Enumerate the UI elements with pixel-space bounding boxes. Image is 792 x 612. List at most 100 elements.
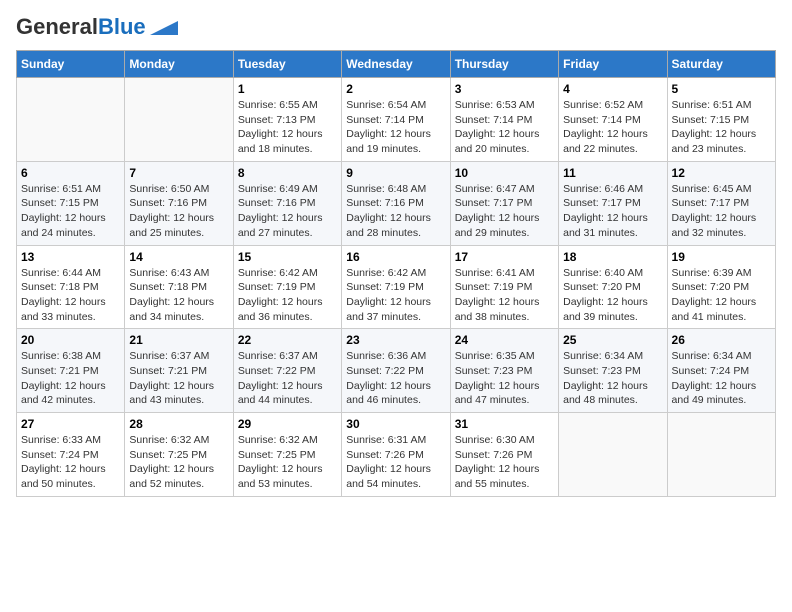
day-info: Sunrise: 6:32 AM Sunset: 7:25 PM Dayligh… (238, 433, 337, 492)
calendar-cell: 13 Sunrise: 6:44 AM Sunset: 7:18 PM Dayli… (17, 245, 125, 329)
day-info: Sunrise: 6:51 AM Sunset: 7:15 PM Dayligh… (672, 98, 771, 157)
calendar-cell: 28 Sunrise: 6:32 AM Sunset: 7:25 PM Dayli… (125, 413, 233, 497)
weekday-header-monday: Monday (125, 51, 233, 78)
day-number: 3 (455, 82, 554, 96)
weekday-header-wednesday: Wednesday (342, 51, 450, 78)
weekday-header-thursday: Thursday (450, 51, 558, 78)
day-number: 26 (672, 333, 771, 347)
logo-arrow-icon (150, 21, 178, 35)
day-info: Sunrise: 6:37 AM Sunset: 7:21 PM Dayligh… (129, 349, 228, 408)
calendar-cell: 5 Sunrise: 6:51 AM Sunset: 7:15 PM Daylig… (667, 78, 775, 162)
day-number: 12 (672, 166, 771, 180)
day-info: Sunrise: 6:38 AM Sunset: 7:21 PM Dayligh… (21, 349, 120, 408)
day-info: Sunrise: 6:54 AM Sunset: 7:14 PM Dayligh… (346, 98, 445, 157)
calendar-cell: 19 Sunrise: 6:39 AM Sunset: 7:20 PM Dayli… (667, 245, 775, 329)
day-info: Sunrise: 6:51 AM Sunset: 7:15 PM Dayligh… (21, 182, 120, 241)
day-info: Sunrise: 6:31 AM Sunset: 7:26 PM Dayligh… (346, 433, 445, 492)
day-number: 4 (563, 82, 662, 96)
day-number: 5 (672, 82, 771, 96)
calendar-cell: 2 Sunrise: 6:54 AM Sunset: 7:14 PM Daylig… (342, 78, 450, 162)
day-number: 13 (21, 250, 120, 264)
calendar-cell: 21Sunrise: 6:37 AM Sunset: 7:21 PM Dayli… (125, 329, 233, 413)
day-info: Sunrise: 6:42 AM Sunset: 7:19 PM Dayligh… (346, 266, 445, 325)
day-info: Sunrise: 6:46 AM Sunset: 7:17 PM Dayligh… (563, 182, 662, 241)
calendar-cell: 14 Sunrise: 6:43 AM Sunset: 7:18 PM Dayli… (125, 245, 233, 329)
day-info: Sunrise: 6:44 AM Sunset: 7:18 PM Dayligh… (21, 266, 120, 325)
weekday-header-row: SundayMondayTuesdayWednesdayThursdayFrid… (17, 51, 776, 78)
day-number: 14 (129, 250, 228, 264)
calendar-cell: 30 Sunrise: 6:31 AM Sunset: 7:26 PM Dayli… (342, 413, 450, 497)
calendar-cell: 17 Sunrise: 6:41 AM Sunset: 7:19 PM Dayli… (450, 245, 558, 329)
day-info: Sunrise: 6:49 AM Sunset: 7:16 PM Dayligh… (238, 182, 337, 241)
day-info: Sunrise: 6:45 AM Sunset: 7:17 PM Dayligh… (672, 182, 771, 241)
calendar-cell: 12 Sunrise: 6:45 AM Sunset: 7:17 PM Dayli… (667, 161, 775, 245)
day-info: Sunrise: 6:37 AM Sunset: 7:22 PM Dayligh… (238, 349, 337, 408)
calendar-cell (17, 78, 125, 162)
day-info: Sunrise: 6:43 AM Sunset: 7:18 PM Dayligh… (129, 266, 228, 325)
day-info: Sunrise: 6:40 AM Sunset: 7:20 PM Dayligh… (563, 266, 662, 325)
calendar-cell: 23 Sunrise: 6:36 AM Sunset: 7:22 PM Dayli… (342, 329, 450, 413)
day-number: 20 (21, 333, 120, 347)
calendar-cell: 15Sunrise: 6:42 AM Sunset: 7:19 PM Dayli… (233, 245, 341, 329)
calendar-cell: 16 Sunrise: 6:42 AM Sunset: 7:19 PM Dayli… (342, 245, 450, 329)
day-number: 19 (672, 250, 771, 264)
page-header: GeneralBlue (16, 16, 776, 38)
calendar-cell: 29 Sunrise: 6:32 AM Sunset: 7:25 PM Dayli… (233, 413, 341, 497)
weekday-header-friday: Friday (559, 51, 667, 78)
calendar-cell (559, 413, 667, 497)
calendar-cell: 11Sunrise: 6:46 AM Sunset: 7:17 PM Dayli… (559, 161, 667, 245)
calendar-cell: 7 Sunrise: 6:50 AM Sunset: 7:16 PM Daylig… (125, 161, 233, 245)
calendar-cell: 6 Sunrise: 6:51 AM Sunset: 7:15 PM Daylig… (17, 161, 125, 245)
calendar-cell: 26 Sunrise: 6:34 AM Sunset: 7:24 PM Dayli… (667, 329, 775, 413)
calendar-cell: 25Sunrise: 6:34 AM Sunset: 7:23 PM Dayli… (559, 329, 667, 413)
week-row-4: 20 Sunrise: 6:38 AM Sunset: 7:21 PM Dayli… (17, 329, 776, 413)
day-number: 23 (346, 333, 445, 347)
day-number: 6 (21, 166, 120, 180)
calendar-cell: 3 Sunrise: 6:53 AM Sunset: 7:14 PM Daylig… (450, 78, 558, 162)
week-row-1: 1 Sunrise: 6:55 AM Sunset: 7:13 PM Daylig… (17, 78, 776, 162)
calendar-cell: 8 Sunrise: 6:49 AM Sunset: 7:16 PM Daylig… (233, 161, 341, 245)
day-number: 29 (238, 417, 337, 431)
day-info: Sunrise: 6:35 AM Sunset: 7:23 PM Dayligh… (455, 349, 554, 408)
day-info: Sunrise: 6:48 AM Sunset: 7:16 PM Dayligh… (346, 182, 445, 241)
day-number: 2 (346, 82, 445, 96)
calendar-cell: 22Sunrise: 6:37 AM Sunset: 7:22 PM Dayli… (233, 329, 341, 413)
calendar-table: SundayMondayTuesdayWednesdayThursdayFrid… (16, 50, 776, 497)
week-row-2: 6 Sunrise: 6:51 AM Sunset: 7:15 PM Daylig… (17, 161, 776, 245)
day-info: Sunrise: 6:34 AM Sunset: 7:23 PM Dayligh… (563, 349, 662, 408)
day-number: 28 (129, 417, 228, 431)
day-info: Sunrise: 6:36 AM Sunset: 7:22 PM Dayligh… (346, 349, 445, 408)
calendar-cell: 31Sunrise: 6:30 AM Sunset: 7:26 PM Dayli… (450, 413, 558, 497)
day-info: Sunrise: 6:42 AM Sunset: 7:19 PM Dayligh… (238, 266, 337, 325)
day-number: 10 (455, 166, 554, 180)
day-info: Sunrise: 6:34 AM Sunset: 7:24 PM Dayligh… (672, 349, 771, 408)
logo: GeneralBlue (16, 16, 178, 38)
logo-general: General (16, 14, 98, 39)
logo-blue: Blue (98, 14, 146, 39)
day-info: Sunrise: 6:41 AM Sunset: 7:19 PM Dayligh… (455, 266, 554, 325)
day-info: Sunrise: 6:32 AM Sunset: 7:25 PM Dayligh… (129, 433, 228, 492)
day-info: Sunrise: 6:55 AM Sunset: 7:13 PM Dayligh… (238, 98, 337, 157)
day-number: 1 (238, 82, 337, 96)
calendar-cell: 24Sunrise: 6:35 AM Sunset: 7:23 PM Dayli… (450, 329, 558, 413)
day-number: 31 (455, 417, 554, 431)
weekday-header-saturday: Saturday (667, 51, 775, 78)
day-info: Sunrise: 6:50 AM Sunset: 7:16 PM Dayligh… (129, 182, 228, 241)
day-info: Sunrise: 6:39 AM Sunset: 7:20 PM Dayligh… (672, 266, 771, 325)
calendar-cell: 27Sunrise: 6:33 AM Sunset: 7:24 PM Dayli… (17, 413, 125, 497)
calendar-cell: 1 Sunrise: 6:55 AM Sunset: 7:13 PM Daylig… (233, 78, 341, 162)
calendar-cell: 18Sunrise: 6:40 AM Sunset: 7:20 PM Dayli… (559, 245, 667, 329)
day-number: 16 (346, 250, 445, 264)
day-number: 30 (346, 417, 445, 431)
day-number: 8 (238, 166, 337, 180)
week-row-3: 13 Sunrise: 6:44 AM Sunset: 7:18 PM Dayli… (17, 245, 776, 329)
day-number: 7 (129, 166, 228, 180)
calendar-cell (667, 413, 775, 497)
calendar-cell: 20 Sunrise: 6:38 AM Sunset: 7:21 PM Dayli… (17, 329, 125, 413)
day-info: Sunrise: 6:33 AM Sunset: 7:24 PM Dayligh… (21, 433, 120, 492)
day-number: 17 (455, 250, 554, 264)
week-row-5: 27Sunrise: 6:33 AM Sunset: 7:24 PM Dayli… (17, 413, 776, 497)
calendar-cell: 9Sunrise: 6:48 AM Sunset: 7:16 PM Daylig… (342, 161, 450, 245)
day-info: Sunrise: 6:53 AM Sunset: 7:14 PM Dayligh… (455, 98, 554, 157)
calendar-cell: 4Sunrise: 6:52 AM Sunset: 7:14 PM Daylig… (559, 78, 667, 162)
